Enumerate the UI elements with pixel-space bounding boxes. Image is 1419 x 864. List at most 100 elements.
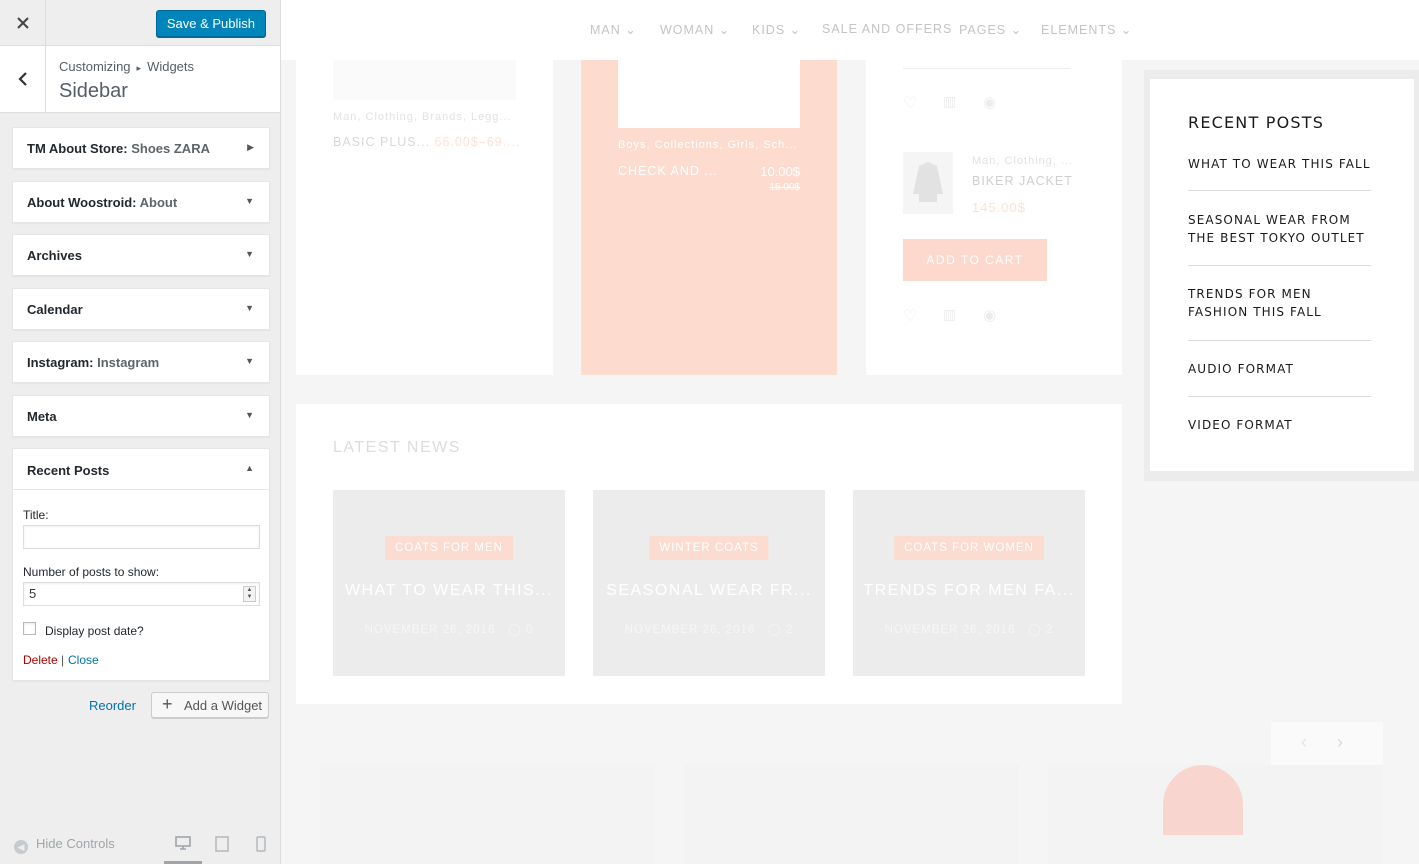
display-date-checkbox[interactable] (23, 622, 36, 635)
product-card-highlight: Boys, Collections, Girls, Sch... CHECK A… (581, 60, 837, 375)
news-category-tag[interactable]: WINTER COATS (649, 536, 769, 560)
recent-post-link[interactable]: SEASONAL WEAR FROM THE BEST TOKYO OUTLET (1188, 211, 1372, 247)
slider-nav: ‹ › (1271, 722, 1383, 766)
slider-image[interactable] (320, 765, 655, 864)
hide-controls-button[interactable]: ◀ Hide Controls (14, 836, 115, 854)
nav-woman[interactable]: WOMAN ⌄ (660, 22, 730, 37)
product-image[interactable] (618, 60, 800, 128)
nav-man[interactable]: MAN ⌄ (590, 22, 637, 37)
delete-link[interactable]: Delete (23, 653, 58, 667)
slider-image[interactable] (684, 765, 1019, 864)
news-card[interactable]: WINTER COATS SEASONAL WEAR FR... NOVEMBE… (593, 490, 825, 676)
nav-pages[interactable]: PAGES ⌄ (959, 22, 1022, 37)
recent-post-link[interactable]: AUDIO FORMAT (1188, 360, 1372, 378)
jacket-icon (913, 162, 943, 202)
widget-meta[interactable]: Meta ▼ (12, 395, 270, 437)
preview-tablet-button[interactable] (203, 832, 241, 864)
breadcrumb-current: Widgets (147, 59, 195, 74)
count-label: Number of posts to show: (23, 565, 160, 579)
news-title[interactable]: WHAT TO WEAR THIS... (333, 582, 565, 600)
collapse-icon: ◀ (14, 840, 28, 854)
nav-elements[interactable]: ELEMENTS ⌄ (1041, 22, 1132, 37)
divider (1188, 265, 1371, 266)
compare-icon[interactable]: ▥ (943, 93, 956, 110)
product-thumbnail[interactable] (903, 152, 953, 214)
display-date-label: Display post date? (45, 624, 144, 638)
product-title[interactable]: BIKER JACKET (972, 174, 1073, 188)
product-title[interactable]: CHECK AND ... (618, 164, 718, 178)
mobile-icon (256, 836, 266, 852)
comment-icon: ◯ (1027, 624, 1042, 636)
back-button[interactable] (0, 46, 46, 112)
widget-title: Instagram: Instagram (27, 355, 160, 370)
arrow-down-icon: ▼ (245, 356, 254, 366)
eye-icon[interactable]: ◉ (983, 93, 996, 111)
heart-icon[interactable]: ♡ (903, 93, 917, 113)
site-preview: MAN ⌄ WOMAN ⌄ KIDS ⌄ SALE AND OFFERS PAG… (281, 0, 1419, 864)
save-publish-button[interactable]: Save & Publish (155, 10, 266, 37)
add-widget-label: Add a Widget (184, 698, 263, 713)
reorder-link[interactable]: Reorder (89, 698, 136, 713)
eye-icon[interactable]: ◉ (983, 306, 996, 324)
news-category-tag[interactable]: COATS FOR MEN (385, 536, 513, 560)
news-title[interactable]: TRENDS FOR MEN FA... (853, 582, 1085, 600)
nav-sale-and-offers[interactable]: SALE AND OFFERS (822, 22, 952, 36)
news-category-tag[interactable]: COATS FOR WOMEN (894, 536, 1044, 560)
spinner-icon[interactable]: ▲ ▼ (243, 586, 256, 602)
widget-title: Calendar (27, 302, 83, 317)
chevron-right-icon[interactable]: › (1337, 732, 1343, 753)
title-input[interactable] (23, 525, 260, 549)
recent-post-link[interactable]: VIDEO FORMAT (1188, 416, 1372, 434)
add-widget-button[interactable]: + Add a Widget (151, 692, 269, 718)
posts-count-value: 5 (29, 586, 37, 601)
heart-icon[interactable]: ♡ (903, 306, 917, 326)
recent-post-link[interactable]: WHAT TO WEAR THIS FALL (1188, 155, 1372, 173)
preview-mobile-button[interactable] (242, 832, 280, 864)
preview-desktop-button[interactable] (164, 832, 202, 864)
news-card[interactable]: COATS FOR WOMEN TRENDS FOR MEN FA... NOV… (853, 490, 1085, 676)
close-customizer-button[interactable] (0, 0, 46, 46)
widget-title: Meta (27, 409, 57, 424)
close-link[interactable]: Close (68, 653, 99, 667)
chevron-left-icon[interactable]: ‹ (1301, 732, 1307, 753)
recent-post-link[interactable]: TRENDS FOR MEN FASHION THIS FALL (1188, 285, 1372, 321)
widget-instagram[interactable]: Instagram: Instagram ▼ (12, 341, 270, 383)
customizer-header: Save & Publish (0, 0, 280, 46)
customizer-footer: ◀ Hide Controls (0, 824, 280, 864)
breadcrumb: Customizing ▸ Widgets (59, 59, 194, 74)
product-categories: Man, Clothing, ... (972, 155, 1074, 167)
desktop-icon (175, 836, 191, 850)
product-image[interactable] (333, 60, 516, 100)
widget-title: Archives (27, 248, 82, 263)
product-categories: Man, Clothing, Brands, Legg... (333, 111, 512, 123)
posts-count-input[interactable]: 5 ▲ ▼ (23, 582, 260, 606)
divider (1188, 190, 1371, 191)
news-title[interactable]: SEASONAL WEAR FR... (593, 582, 825, 600)
widget-archives[interactable]: Archives ▼ (12, 234, 270, 276)
close-icon (16, 17, 29, 29)
tablet-icon (215, 836, 229, 852)
add-to-cart-button[interactable]: ADD TO CART (903, 239, 1047, 281)
widget-about-woostroid[interactable]: About Woostroid: About ▼ (12, 181, 270, 223)
comment-icon: ◯ (507, 624, 522, 636)
divider (903, 68, 1070, 69)
widget-title: Recent Posts (27, 463, 110, 478)
recent-posts-title: RECENT POSTS (1188, 113, 1325, 132)
divider (1188, 396, 1371, 397)
recent-posts-widget-preview (1150, 79, 1414, 471)
nav-kids[interactable]: KIDS ⌄ (752, 22, 801, 37)
latest-news-heading: LATEST NEWS (333, 439, 461, 456)
news-card[interactable]: COATS FOR MEN WHAT TO WEAR THIS... NOVEM… (333, 490, 565, 676)
arrow-up-icon: ▲ (245, 463, 254, 473)
widget-calendar[interactable]: Calendar ▼ (12, 288, 270, 330)
widget-recent-posts-header[interactable]: Recent Posts ▲ (13, 449, 269, 490)
widget-tm-about-store[interactable]: TM About Store: Shoes ZARA ▶ (12, 127, 270, 169)
product-title[interactable]: BASIC PLUS... 66.00$–69.... (333, 135, 521, 149)
arrow-down-icon: ▼ (245, 410, 254, 420)
product-old-price: 15.00$ (769, 182, 800, 193)
arrow-down-icon: ▼ (245, 249, 254, 259)
comment-icon: ◯ (767, 624, 782, 636)
slider-image[interactable] (1048, 765, 1383, 864)
news-meta: NOVEMBER 26, 2016 ◯ 0 (364, 624, 534, 636)
compare-icon[interactable]: ▥ (943, 306, 956, 323)
